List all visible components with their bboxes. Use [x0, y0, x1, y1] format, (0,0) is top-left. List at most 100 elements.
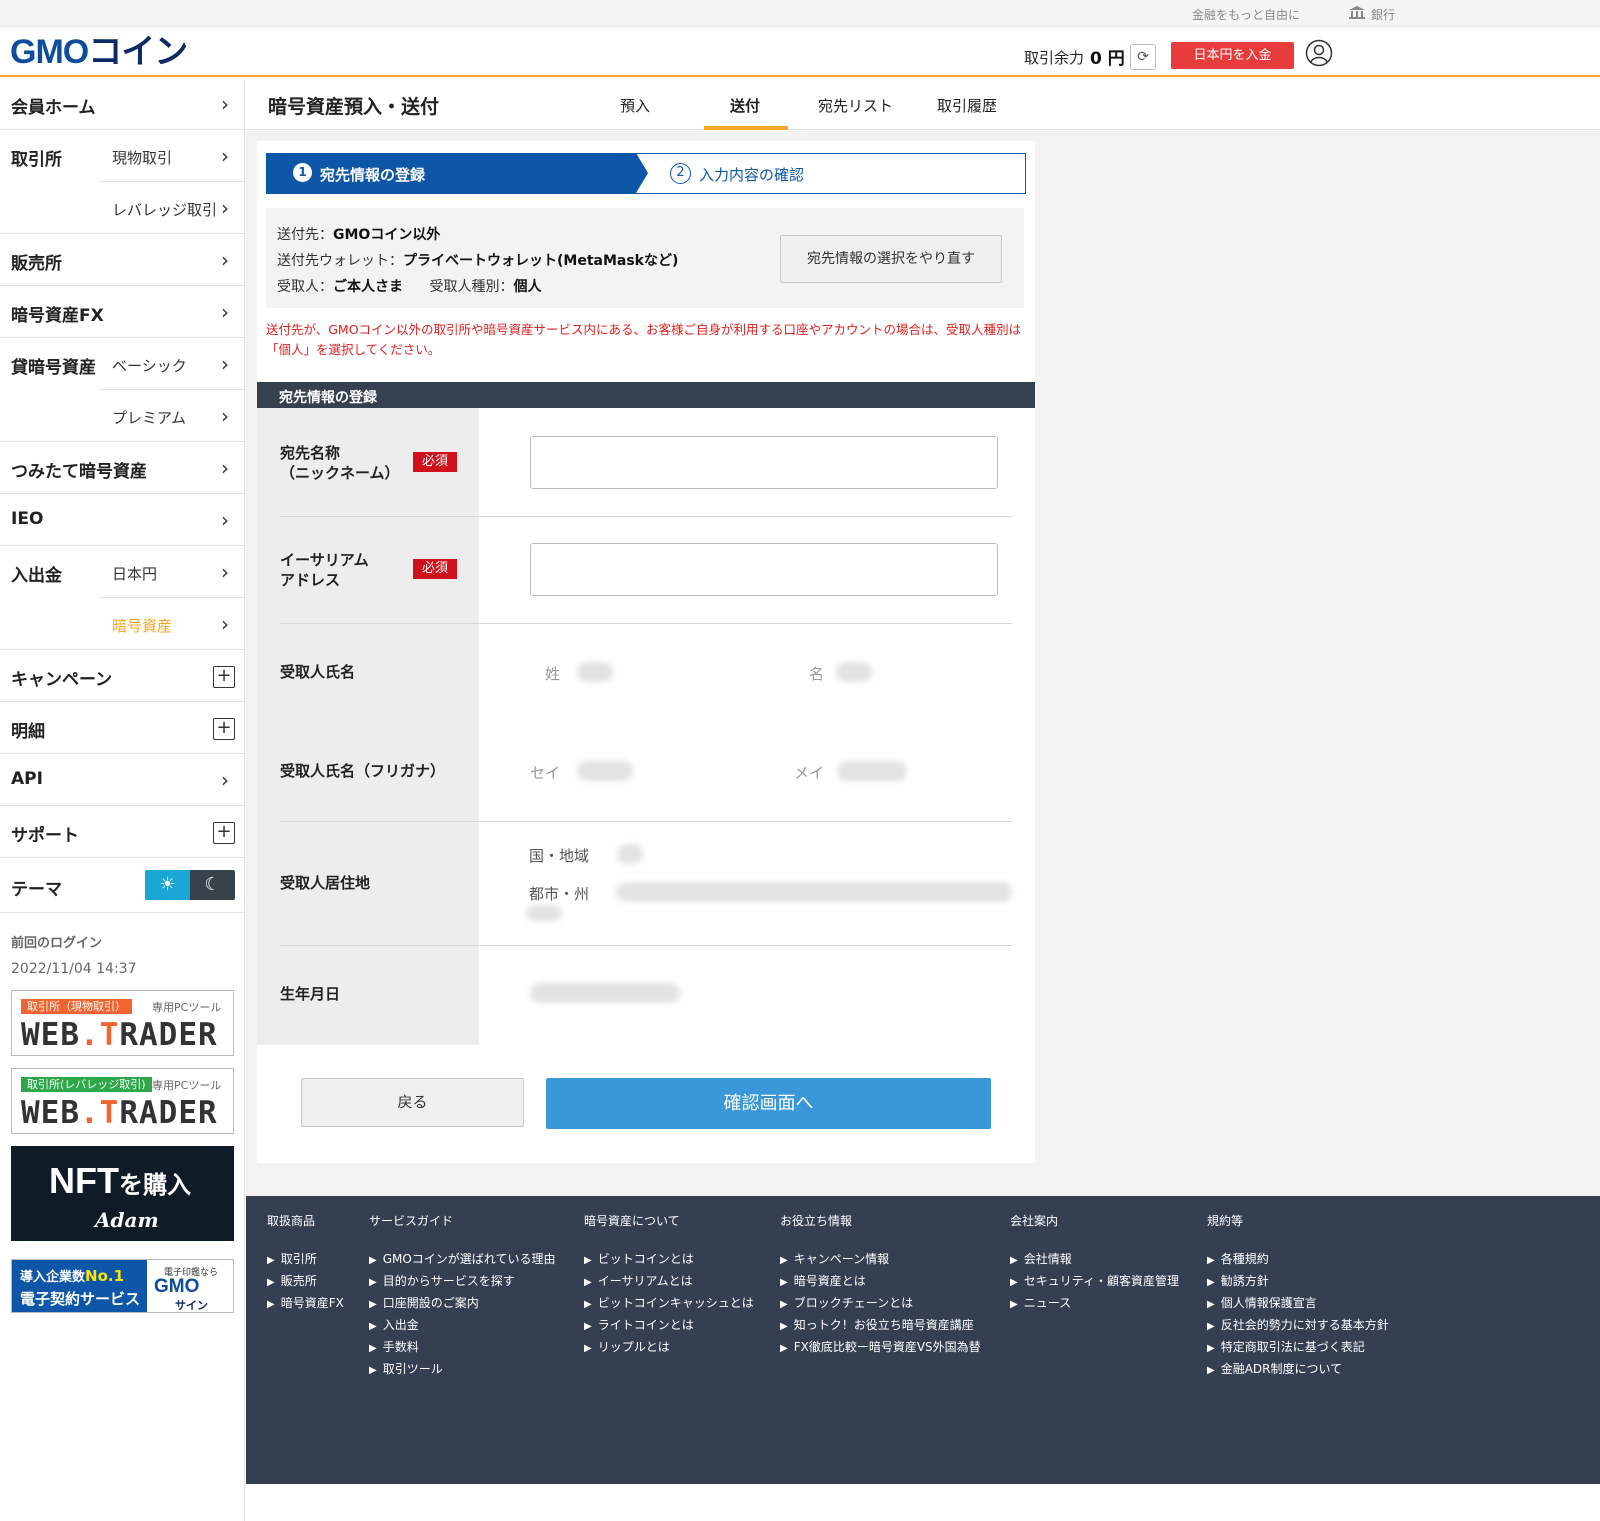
sun-icon[interactable]: ☀	[145, 870, 190, 900]
sidebar-item-api[interactable]: API ›	[0, 754, 245, 806]
chevron-right-icon: ›	[221, 144, 229, 168]
sidebar-item-ieo[interactable]: IEO ›	[0, 494, 245, 546]
footer-link[interactable]: 金融ADR制度について	[1207, 1358, 1389, 1380]
sidebar-item-sales[interactable]: 販売所 ›	[0, 234, 245, 286]
eth-address-input[interactable]	[530, 543, 998, 596]
tab-send[interactable]: 送付	[730, 95, 760, 116]
bank-link[interactable]: 銀行	[1371, 6, 1395, 23]
individual-type-note: 送付先が、GMOコイン以外の取引所や暗号資産サービス内にある、お客様ご自身が利用…	[266, 322, 1022, 357]
webtrader-spot-banner[interactable]: 取引所（現物取引） 専用PCツール WEB.TRADER	[11, 990, 234, 1056]
deposit-jpy-button[interactable]: 日本円を入金	[1171, 42, 1294, 69]
footer-link[interactable]: リップルとは	[584, 1336, 754, 1358]
footer-column-company: 会社案内 会社情報 セキュリティ・顧客資産管理 ニュース	[1010, 1212, 1179, 1314]
footer-link[interactable]: 入出金	[369, 1314, 555, 1336]
step-1-number: 1	[293, 163, 312, 182]
recipient-kana-label: 受取人氏名（フリガナ）	[280, 762, 446, 780]
chevron-right-icon: ›	[221, 560, 229, 584]
sidebar-item-statement[interactable]: 明細 +	[0, 702, 245, 754]
section-header: 宛先情報の登録	[257, 382, 1035, 408]
sidebar-item-lending-premium[interactable]: プレミアム ›	[0, 390, 245, 442]
sidebar-item-inout-crypto[interactable]: 暗号資産 ›	[0, 598, 245, 650]
footer-link[interactable]: 反社会的勢力に対する基本方針	[1207, 1314, 1389, 1336]
footer-link[interactable]: ビットコインとは	[584, 1248, 754, 1270]
footer-link[interactable]: 個人情報保護宣言	[1207, 1292, 1389, 1314]
sidebar-item-tsumitate[interactable]: つみたて暗号資産 ›	[0, 442, 245, 494]
back-button[interactable]: 戻る	[301, 1078, 524, 1127]
sidebar-item-home[interactable]: 会員ホーム ›	[0, 78, 245, 130]
webtrader-leverage-banner[interactable]: 取引所(レバレッジ取引) 専用PCツール WEB.TRADER	[11, 1068, 234, 1134]
chevron-right-icon: ›	[221, 248, 229, 272]
chevron-right-icon: ›	[221, 92, 229, 116]
redacted-value	[577, 761, 633, 781]
footer-link[interactable]: 各種規約	[1207, 1248, 1389, 1270]
redacted-value	[526, 905, 562, 921]
footer-link[interactable]: ビットコインキャッシュとは	[584, 1292, 754, 1314]
footer-link[interactable]: 取引所	[267, 1248, 344, 1270]
gmo-sign-banner[interactable]: 導入企業数No.1 電子契約サービス 電子印鑑なら GMO サイン	[11, 1259, 234, 1313]
tab-deposit[interactable]: 預入	[620, 95, 650, 116]
footer-link[interactable]: 会社情報	[1010, 1248, 1179, 1270]
country-label: 国・地域	[529, 847, 590, 865]
gmo-coin-logo[interactable]: GMOコイン	[10, 35, 188, 69]
expand-plus-icon[interactable]: +	[213, 718, 235, 740]
type-label: 受取人種別：	[429, 279, 514, 295]
footer-link[interactable]: 暗号資産FX	[267, 1292, 344, 1314]
footer-column-info: お役立ち情報 キャンペーン情報 暗号資産とは ブロックチェーンとは 知っトク！お…	[780, 1212, 981, 1358]
confirm-button[interactable]: 確認画面へ	[546, 1078, 991, 1129]
footer-link[interactable]: 知っトク！お役立ち暗号資産講座	[780, 1314, 981, 1336]
redacted-value	[530, 983, 680, 1003]
footer-link[interactable]: ライトコインとは	[584, 1314, 754, 1336]
sidebar-item-support[interactable]: サポート +	[0, 806, 245, 858]
redacted-value	[837, 761, 907, 781]
step-2-number: 2	[670, 163, 691, 184]
footer-link[interactable]: 販売所	[267, 1270, 344, 1292]
recipient-value: ご本人さま	[333, 279, 403, 295]
sidebar-item-exchange-leverage[interactable]: レバレッジ取引 ›	[0, 182, 245, 234]
tab-history[interactable]: 取引履歴	[937, 95, 997, 116]
eth-address-label: イーサリアム アドレス	[280, 551, 369, 589]
sidebar-item-fx[interactable]: 暗号資産FX ›	[0, 286, 245, 338]
refresh-icon[interactable]: ⟳	[1130, 44, 1156, 70]
tab-address-list[interactable]: 宛先リスト	[818, 95, 893, 116]
footer-link[interactable]: イーサリアムとは	[584, 1270, 754, 1292]
nickname-input[interactable]	[530, 436, 998, 489]
footer-link[interactable]: 口座開設のご案内	[369, 1292, 555, 1314]
reselect-destination-button[interactable]: 宛先情報の選択をやり直す	[780, 235, 1002, 283]
footer-link[interactable]: 目的からサービスを探す	[369, 1270, 555, 1292]
footer-link[interactable]: 手数料	[369, 1336, 555, 1358]
redacted-value	[617, 844, 643, 864]
expand-plus-icon[interactable]: +	[213, 822, 235, 844]
footer-column-products: 取扱商品 取引所 販売所 暗号資産FX	[267, 1212, 344, 1314]
footer-link[interactable]: FX徹底比較ー暗号資産VS外国為替	[780, 1336, 981, 1358]
redacted-value	[577, 662, 613, 682]
footer-link[interactable]: 勧誘方針	[1207, 1270, 1389, 1292]
recipient-label: 受取人：	[277, 279, 333, 295]
sidebar-item-campaign[interactable]: キャンペーン +	[0, 650, 245, 702]
divider	[280, 821, 1012, 822]
chevron-right-icon: ›	[221, 404, 229, 428]
user-account-icon[interactable]	[1305, 39, 1333, 67]
sidebar-item-exchange-spot[interactable]: 取引所 現物取引 ›	[0, 130, 245, 182]
bank-icon	[1349, 6, 1365, 19]
required-badge: 必須	[413, 452, 457, 472]
footer-link[interactable]: ブロックチェーンとは	[780, 1292, 981, 1314]
nft-adam-banner[interactable]: NFTを購入 Adam	[11, 1146, 234, 1241]
footer-link[interactable]: 特定商取引法に基づく表記	[1207, 1336, 1389, 1358]
sidebar-item-theme: テーマ ☀ ☾	[0, 858, 245, 913]
sidebar-item-lending-basic[interactable]: 貸暗号資産 ベーシック ›	[0, 338, 245, 390]
divider	[280, 623, 1012, 624]
wallet-value: プライベートウォレット(MetaMaskなど)	[403, 253, 679, 269]
footer-link[interactable]: キャンペーン情報	[780, 1248, 981, 1270]
footer-link[interactable]: 取引ツール	[369, 1358, 555, 1380]
footer-link[interactable]: ニュース	[1010, 1292, 1179, 1314]
expand-plus-icon[interactable]: +	[213, 666, 235, 688]
moon-icon[interactable]: ☾	[190, 870, 235, 900]
footer-column-terms: 規約等 各種規約 勧誘方針 個人情報保護宣言 反社会的勢力に対する基本方針 特定…	[1207, 1212, 1389, 1380]
step-2-label: 入力内容の確認	[699, 166, 805, 184]
footer-link[interactable]: セキュリティ・顧客資産管理	[1010, 1270, 1179, 1292]
sidebar-item-inout-jpy[interactable]: 入出金 日本円 ›	[0, 546, 245, 598]
footer-link[interactable]: GMOコインが選ばれている理由	[369, 1248, 556, 1270]
footer-link[interactable]: 暗号資産とは	[780, 1270, 981, 1292]
theme-toggle[interactable]: ☀ ☾	[145, 870, 235, 900]
city-label: 都市・州	[529, 885, 590, 903]
